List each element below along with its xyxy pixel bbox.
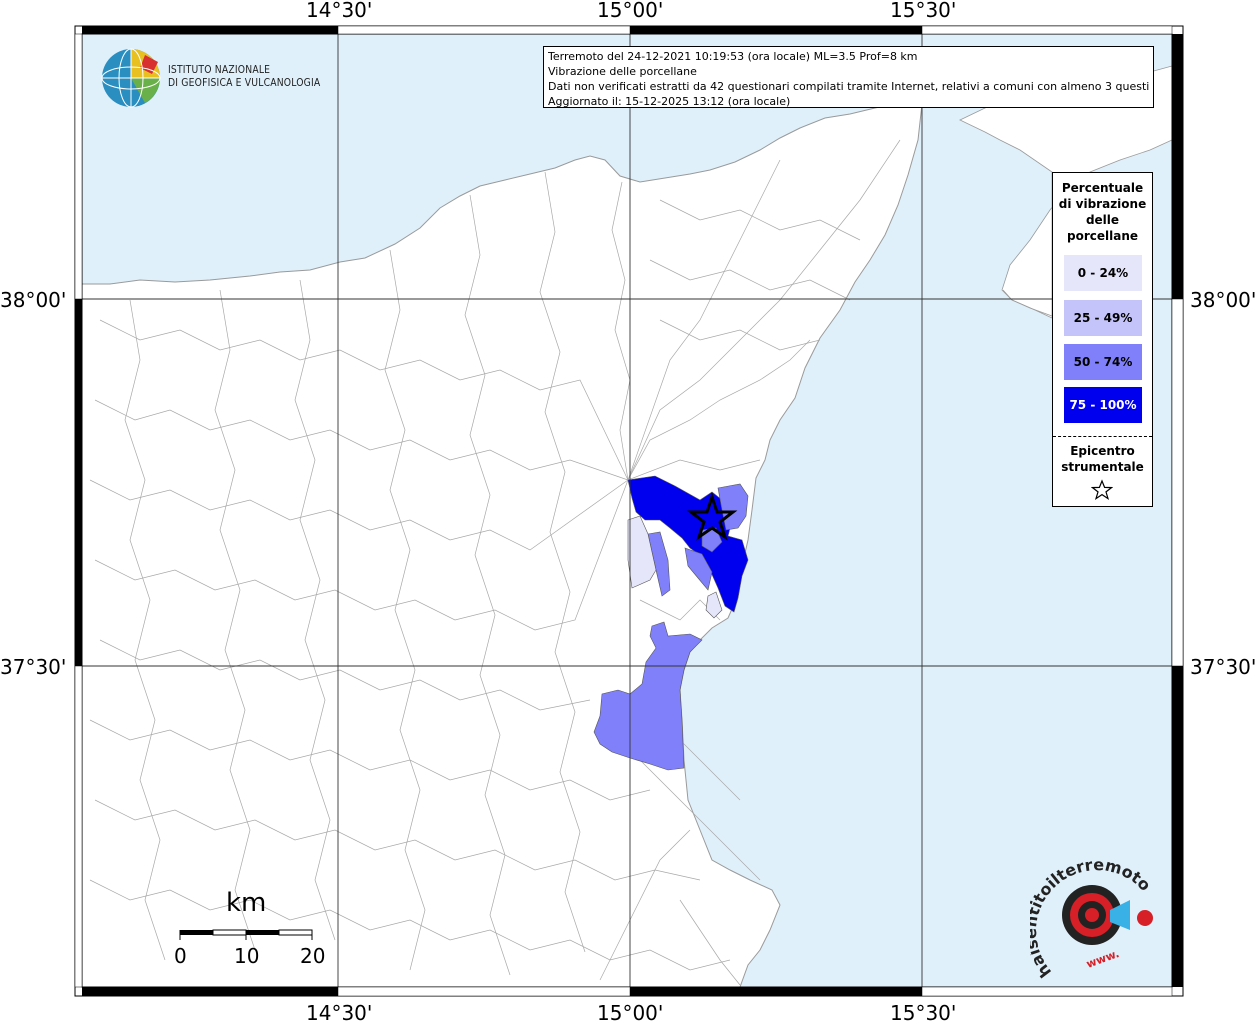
star-outline-icon	[1091, 479, 1113, 501]
legend-title: Percentuale di vibrazione delle porcella…	[1053, 180, 1152, 244]
legend-title-line2: di vibrazione	[1058, 197, 1147, 211]
ingv-logo-text: ISTITUTO NAZIONALE DI GEOFISICA E VULCAN…	[168, 64, 320, 90]
event-info-line1: Terremoto del 24-12-2021 10:19:53 (ora l…	[548, 50, 918, 63]
event-info-line2: Vibrazione delle porcellane	[548, 65, 697, 78]
event-info-line4: Aggiornato il: 15-12-2025 13:12 (ora loc…	[548, 95, 791, 108]
legend-title-line3: delle	[1085, 213, 1120, 227]
scale-label-10: 10	[234, 944, 260, 968]
ingv-logo-line1: ISTITUTO NAZIONALE	[168, 64, 271, 76]
legend-item-50-74: 50 - 74%	[1064, 344, 1142, 380]
event-info-box: Terremoto del 24-12-2021 10:19:53 (ora l…	[543, 46, 1154, 108]
ingv-globe-icon	[101, 48, 161, 108]
legend-item-75-100: 75 - 100%	[1064, 387, 1142, 423]
legend-epicenter-line2: strumentale	[1061, 460, 1144, 474]
scale-unit: km	[226, 888, 267, 918]
event-info-line3: Dati non verificati estratti da 42 quest…	[548, 80, 1149, 93]
scale-label-0: 0	[174, 944, 187, 968]
haisentito-logo: haisentitoilterremoto.it www.	[1030, 860, 1155, 980]
legend-separator	[1053, 436, 1152, 437]
legend-item-25-49: 25 - 49%	[1064, 300, 1142, 336]
hs-url-text: www.	[1085, 947, 1121, 971]
legend-title-line1: Percentuale	[1061, 181, 1144, 195]
legend-item-0-24: 0 - 24%	[1064, 255, 1142, 291]
hs-ring-center	[1085, 908, 1099, 922]
scale-label-20: 20	[300, 944, 326, 968]
legend-epicenter-label: Epicentro strumentale	[1053, 443, 1152, 475]
legend-title-line4: porcellane	[1066, 229, 1138, 243]
ingv-logo-line2: DI GEOFISICA E VULCANOLOGIA	[168, 77, 321, 89]
legend: Percentuale di vibrazione delle porcella…	[1052, 172, 1153, 507]
hs-question-icon	[1137, 910, 1153, 926]
legend-epicenter-line1: Epicentro	[1070, 444, 1135, 458]
